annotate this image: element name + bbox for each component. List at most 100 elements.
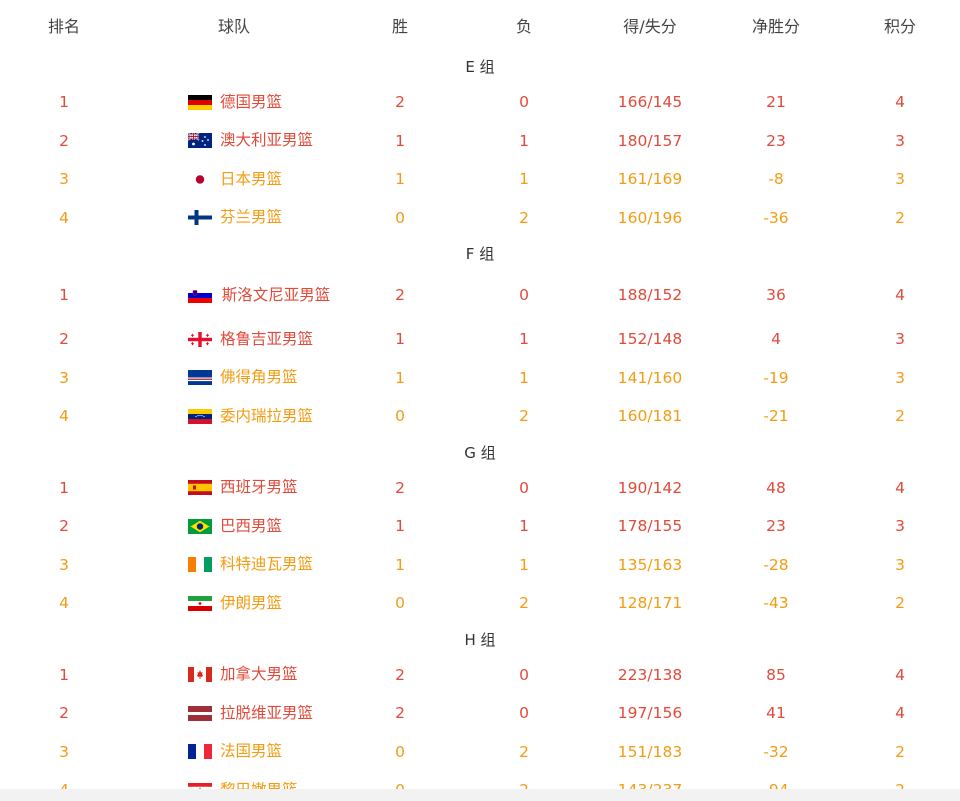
team-cell[interactable]: 德国男篮	[150, 83, 350, 122]
group-label: F 组	[465, 245, 495, 263]
score-cell: 180/157	[617, 131, 683, 150]
score-cell: 223/138	[617, 665, 683, 684]
win-cell: 2	[395, 478, 405, 497]
team-name-link[interactable]: 委内瑞拉男篮	[220, 407, 313, 425]
rank-cell: 4	[59, 208, 69, 227]
team-name-link[interactable]: 西班牙男篮	[220, 479, 298, 496]
cape-verde-flag-icon	[188, 370, 212, 386]
team-name-link[interactable]: 斯洛文尼亚男篮	[220, 286, 332, 304]
iran-flag-icon	[188, 595, 212, 611]
win-cell: 2	[395, 286, 405, 304]
team-name-link[interactable]: 巴西男篮	[220, 517, 282, 535]
team-cell[interactable]: 斯洛文尼亚男篮	[150, 270, 350, 320]
team-name-link[interactable]: 格鲁吉亚男篮	[220, 330, 313, 348]
loss-cell: 1	[519, 517, 529, 536]
team-cell[interactable]: 伊朗男篮	[150, 584, 350, 623]
canada-flag-icon	[188, 667, 212, 683]
net-cell: 23	[766, 131, 786, 150]
team-cell[interactable]: 法国男篮	[150, 733, 350, 772]
score-cell: 135/163	[617, 555, 683, 574]
brazil-flag-icon	[188, 518, 212, 534]
team-cell[interactable]: 格鲁吉亚男篮	[150, 320, 350, 359]
points-cell: 3	[895, 368, 905, 387]
table-row: 2 格鲁吉亚男篮 1 1 152/148 4 3	[0, 320, 960, 359]
rank-cell: 1	[59, 478, 69, 497]
rank-cell: 2	[59, 330, 69, 349]
score-cell: 160/181	[617, 407, 683, 426]
header-win: 胜	[391, 17, 408, 36]
loss-cell: 1	[519, 368, 529, 387]
team-name-link[interactable]: 加拿大男篮	[220, 666, 298, 683]
rank-cell: 1	[59, 665, 69, 684]
group-label: H 组	[464, 630, 496, 649]
loss-cell: 1	[519, 330, 529, 349]
rank-cell: 1	[59, 93, 69, 112]
venezuela-flag-icon	[188, 408, 212, 424]
team-name-link[interactable]: 科特迪瓦男篮	[220, 556, 313, 573]
team-name-link[interactable]: 德国男篮	[220, 93, 282, 111]
team-cell[interactable]: 佛得角男篮	[150, 359, 350, 398]
score-cell: 160/196	[617, 208, 683, 227]
finland-flag-icon	[188, 210, 212, 226]
points-cell: 4	[895, 665, 905, 684]
loss-cell: 1	[519, 131, 529, 150]
points-cell: 3	[895, 330, 905, 349]
table-row: 3 法国男篮 0 2 151/183 -32 2	[0, 733, 960, 772]
table-header: 排名 球队 胜 负 得/失分 净胜分 积分	[0, 0, 960, 50]
score-cell: 141/160	[617, 368, 683, 387]
rank-cell: 2	[59, 131, 69, 150]
team-name-link[interactable]: 澳大利亚男篮	[220, 132, 313, 149]
table-row: 2 拉脱维亚男篮 2 0 197/156 41 4	[0, 694, 960, 733]
team-cell[interactable]: 加拿大男篮	[150, 656, 350, 695]
team-name-link[interactable]: 日本男篮	[220, 170, 282, 188]
group-label: E 组	[465, 58, 495, 76]
points-cell: 4	[895, 704, 905, 723]
rank-cell: 3	[59, 742, 69, 761]
rank-cell: 3	[59, 368, 69, 387]
team-cell[interactable]: 委内瑞拉男篮	[150, 397, 350, 436]
net-cell: -32	[763, 742, 789, 761]
team-name-link[interactable]: 伊朗男篮	[220, 594, 282, 612]
net-cell: -36	[763, 208, 789, 227]
rank-cell: 4	[59, 407, 69, 426]
win-cell: 2	[395, 93, 405, 112]
loss-cell: 2	[519, 208, 529, 227]
score-cell: 151/183	[617, 742, 683, 761]
points-cell: 2	[895, 208, 905, 227]
header-loss: 负	[515, 17, 532, 36]
latvia-flag-icon	[188, 705, 212, 721]
france-flag-icon	[188, 744, 212, 760]
team-cell[interactable]: 巴西男篮	[150, 507, 350, 546]
score-cell: 166/145	[617, 93, 683, 112]
header-team: 球队	[217, 17, 250, 36]
loss-cell: 2	[519, 742, 529, 761]
win-cell: 1	[395, 330, 405, 349]
score-cell: 188/152	[617, 286, 683, 304]
team-cell[interactable]: 澳大利亚男篮	[150, 122, 350, 161]
win-cell: 0	[395, 407, 405, 426]
net-cell: 41	[766, 704, 786, 723]
points-cell: 2	[895, 594, 905, 613]
points-cell: 4	[895, 286, 905, 304]
table-row: 1 斯洛文尼亚男篮 2 0 188/152 36 4	[0, 270, 960, 320]
win-cell: 0	[395, 208, 405, 227]
header-net: 净胜分	[751, 17, 800, 36]
score-cell: 178/155	[617, 517, 683, 536]
header-rank: 排名	[47, 17, 80, 36]
table-row: 3 科特迪瓦男篮 1 1 135/163 -28 3	[0, 546, 960, 585]
team-cell[interactable]: 西班牙男篮	[150, 469, 350, 508]
loss-cell: 0	[519, 665, 529, 684]
team-name-link[interactable]: 法国男篮	[220, 743, 282, 760]
group-label: G 组	[464, 443, 496, 462]
team-cell[interactable]: 拉脱维亚男篮	[150, 694, 350, 733]
win-cell: 0	[395, 742, 405, 761]
rank-cell: 4	[59, 594, 69, 613]
rank-cell: 2	[59, 517, 69, 536]
team-name-link[interactable]: 佛得角男篮	[220, 369, 298, 386]
team-name-link[interactable]: 芬兰男篮	[220, 209, 282, 226]
team-cell[interactable]: 芬兰男篮	[150, 199, 350, 238]
team-cell[interactable]: 日本男篮	[150, 160, 350, 199]
team-name-link[interactable]: 拉脱维亚男篮	[220, 704, 313, 722]
header-points: 积分	[883, 17, 916, 36]
team-cell[interactable]: 科特迪瓦男篮	[150, 546, 350, 585]
